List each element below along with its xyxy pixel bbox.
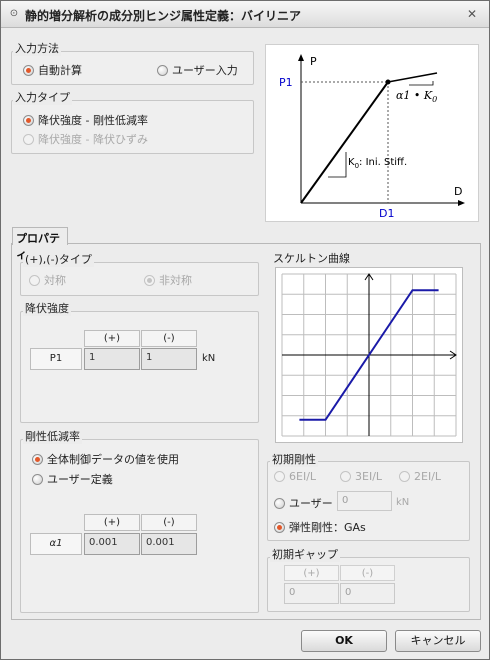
- d1-label: D1: [379, 207, 394, 220]
- radio-dot-icon: [32, 473, 43, 485]
- sign-type-asymmetric-label: 非対称: [159, 274, 192, 287]
- stiffness-user-radio[interactable]: ユーザー定義: [32, 471, 113, 487]
- initial-stiffness-2ei-label: 2EI/L: [414, 470, 442, 483]
- stiffness-global-radio[interactable]: 全体制御データの値を使用: [32, 451, 179, 467]
- stiffness-row-label: α1: [30, 533, 82, 555]
- radio-dot-icon: [144, 274, 155, 286]
- input-method-user-radio[interactable]: ユーザー入力: [157, 62, 238, 78]
- radio-dot-icon: [23, 64, 34, 76]
- title-bar: ⊙ 静的増分解析の成分別ヒンジ属性定義：バイリニア ✕: [1, 1, 489, 28]
- radio-dot-icon: [340, 471, 351, 482]
- gap-col-plus-header: (+): [284, 565, 339, 581]
- radio-dot-icon: [274, 497, 285, 509]
- yield-col-plus-header: (+): [84, 330, 140, 347]
- stiffness-minus-input[interactable]: 0.001: [141, 533, 197, 555]
- radio-dot-icon: [399, 471, 410, 482]
- input-method-label: 入力方法: [13, 40, 61, 56]
- initial-stiffness-line: [300, 81, 389, 204]
- initial-stiffness-label: 初期剛性: [270, 451, 318, 467]
- skeleton-curve-label: スケルトン曲線: [271, 250, 352, 266]
- radio-dot-icon: [157, 64, 168, 76]
- post-yield-line: [387, 72, 438, 83]
- yield-minus-input[interactable]: 1: [141, 348, 197, 370]
- radio-dot-icon: [23, 133, 34, 145]
- stiffness-plus-input[interactable]: 0.001: [84, 533, 140, 555]
- yield-plus-input[interactable]: 1: [84, 348, 140, 370]
- input-type-option2-radio[interactable]: 降伏強度 - 降伏ひずみ: [23, 131, 148, 147]
- bilinear-diagram: P D P1 D1 α1 • K0 K0: Ini. Stiff.: [265, 44, 479, 222]
- initial-stiffness-user-label: ユーザー: [289, 497, 333, 510]
- radio-dot-icon: [32, 453, 43, 465]
- gap-plus-input[interactable]: 0: [284, 583, 339, 604]
- bilinear-diagram-svg: P D P1 D1 α1 • K0 K0: Ini. Stiff.: [279, 54, 465, 220]
- stiffness-user-label: ユーザー定義: [47, 473, 113, 486]
- yield-unit: kN: [202, 353, 216, 364]
- sign-type-asymmetric-radio[interactable]: 非対称: [144, 272, 192, 288]
- yield-col-minus-header: (-): [141, 330, 197, 347]
- close-icon[interactable]: ✕: [465, 7, 479, 21]
- app-menu-icon[interactable]: ⊙: [8, 8, 20, 20]
- skeleton-curve-chart: [275, 267, 463, 443]
- ok-button[interactable]: OK: [301, 630, 387, 652]
- d-axis-label: D: [454, 185, 462, 198]
- radio-dot-icon: [29, 274, 40, 286]
- radio-dot-icon: [274, 471, 285, 482]
- gap-col-minus-header: (-): [340, 565, 395, 581]
- input-method-auto-label: 自動計算: [38, 64, 82, 77]
- initial-stiffness-user-input[interactable]: 0: [337, 491, 392, 511]
- yield-strength-label: 降伏強度: [23, 300, 71, 316]
- initial-stiffness-elastic-radio[interactable]: 弾性剛性：GAs: [274, 519, 366, 535]
- sign-type-symmetric-label: 対称: [44, 274, 66, 287]
- yield-row-label: P1: [30, 348, 82, 370]
- initial-stiffness-elastic-label: 弾性剛性：GAs: [289, 521, 366, 534]
- dialog-window: ⊙ 静的増分解析の成分別ヒンジ属性定義：バイリニア ✕ 入力方法 自動計算 ユー…: [0, 0, 490, 660]
- input-type-label: 入力タイプ: [13, 89, 72, 105]
- radio-dot-icon: [274, 521, 285, 533]
- alpha-k0-label: α1 • K0: [396, 89, 437, 104]
- input-method-auto-radio[interactable]: 自動計算: [23, 62, 82, 78]
- sign-type-label: (+),(-)タイプ: [23, 251, 94, 267]
- alpha-slope-triangle: [409, 81, 434, 86]
- gap-minus-input[interactable]: 0: [340, 583, 395, 604]
- initial-stiffness-user-radio[interactable]: ユーザー: [274, 495, 333, 511]
- p-axis-label: P: [310, 55, 317, 68]
- sign-type-symmetric-radio[interactable]: 対称: [29, 272, 66, 288]
- initial-stiffness-3ei-radio[interactable]: 3EI/L: [340, 470, 382, 483]
- radio-dot-icon: [23, 114, 34, 126]
- stiffness-global-label: 全体制御データの値を使用: [47, 453, 179, 466]
- input-type-option1-label: 降伏強度 - 剛性低減率: [38, 114, 148, 127]
- initial-gap-label: 初期ギャップ: [270, 546, 340, 562]
- stiffness-reduction-label: 剛性低減率: [23, 428, 82, 444]
- k0-initial-stiffness-label: K0: Ini. Stiff.: [348, 157, 407, 170]
- k0-slope-triangle: [328, 152, 347, 178]
- initial-stiffness-unit: kN: [396, 497, 410, 508]
- p1-label: P1: [279, 76, 293, 89]
- window-title: 静的増分解析の成分別ヒンジ属性定義：バイリニア: [25, 9, 302, 23]
- stiffness-col-minus-header: (-): [141, 514, 197, 531]
- skeleton-curve-svg: [281, 273, 457, 437]
- cancel-button[interactable]: キャンセル: [395, 630, 481, 652]
- tab-properties[interactable]: プロパティ: [12, 227, 68, 261]
- stiffness-col-plus-header: (+): [84, 514, 140, 531]
- input-type-option2-label: 降伏強度 - 降伏ひずみ: [38, 133, 148, 146]
- initial-stiffness-6ei-label: 6EI/L: [289, 470, 317, 483]
- input-type-option1-radio[interactable]: 降伏強度 - 剛性低減率: [23, 112, 148, 128]
- initial-stiffness-6ei-radio[interactable]: 6EI/L: [274, 470, 316, 483]
- initial-stiffness-2ei-radio[interactable]: 2EI/L: [399, 470, 441, 483]
- initial-stiffness-3ei-label: 3EI/L: [355, 470, 383, 483]
- input-method-user-label: ユーザー入力: [172, 64, 238, 77]
- yield-point: [385, 79, 391, 85]
